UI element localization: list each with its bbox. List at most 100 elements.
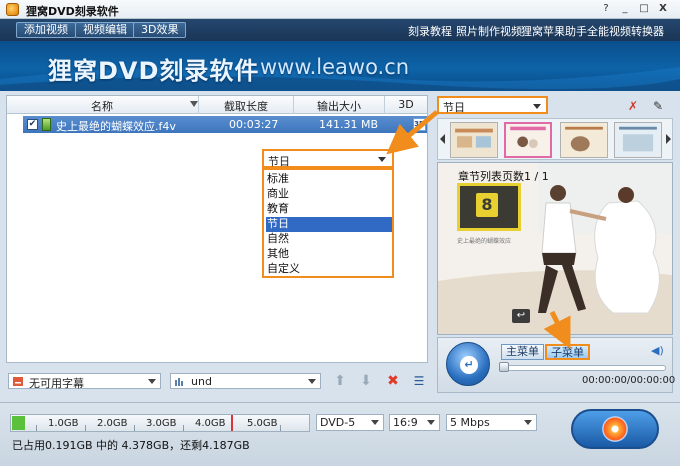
move-down-icon[interactable]: ⬇ (358, 373, 374, 389)
banner-title: 狸窝DVD刻录软件 (48, 57, 260, 85)
row-duration: 00:03:27 (229, 118, 279, 131)
enter-icon[interactable]: ↵ (460, 356, 478, 374)
capacity-label: 4.0GB (195, 418, 226, 429)
chevron-down-icon[interactable] (533, 104, 541, 109)
add-video-button[interactable]: 添加视频 (16, 22, 76, 38)
category-select[interactable]: 节日 (262, 149, 394, 168)
capacity-tick (36, 425, 37, 431)
disc-capacity-bar: 1.0GB 2.0GB 3.0GB 4.0GB 5.0GB (10, 414, 310, 432)
app-title: 狸窝DVD刻录软件 (26, 5, 119, 18)
capacity-tick (280, 425, 281, 431)
menu-template-value: 节日 (443, 101, 465, 114)
disc-type-select[interactable]: DVD-5 (316, 414, 384, 431)
column-duration-header[interactable]: 截取长度 (199, 98, 293, 114)
playback-time: 00:00:00/00:00:00 (582, 375, 676, 386)
3d-settings-icon[interactable]: 3D (413, 118, 426, 131)
aspect-ratio-value: 16:9 (393, 416, 418, 429)
category-option-education[interactable]: 教育 (266, 202, 392, 217)
capacity-tick (134, 425, 135, 431)
tab-sub-menu[interactable]: 子菜单 (545, 344, 590, 360)
photo-video-link[interactable]: 照片制作视频 (456, 23, 522, 39)
apple-assistant-link[interactable]: 狸窝苹果助手 (521, 23, 587, 39)
capacity-used-fill (12, 416, 25, 430)
chevron-down-icon[interactable] (378, 157, 386, 162)
scroll-right-icon[interactable] (666, 134, 671, 144)
column-name-header[interactable]: 名称 (7, 98, 197, 114)
subtitle-icon (13, 377, 23, 386)
chapter-caption: 史上最绝的蝴蝶效应 (457, 238, 512, 245)
delete-icon[interactable]: ✖ (385, 373, 401, 389)
chapter-thumbnail[interactable]: 8 (457, 183, 521, 231)
burn-button[interactable] (571, 409, 659, 449)
template-thumbnail[interactable] (614, 122, 662, 158)
bitrate-value: 5 Mbps (450, 416, 490, 429)
move-up-icon[interactable]: ⬆ (332, 373, 348, 389)
main-toolbar: 添加视频 视频编辑 3D效果 刻录教程 照片制作视频 狸窝苹果助手 全能视频转换… (0, 19, 680, 41)
capacity-label: 3.0GB (146, 418, 177, 429)
audio-track-select[interactable]: und (170, 373, 321, 389)
category-option-standard[interactable]: 标准 (266, 172, 392, 187)
maximize-button[interactable]: □ (636, 3, 652, 16)
category-select-value: 节日 (268, 155, 290, 168)
video-file-icon (42, 118, 51, 131)
disc-type-value: DVD-5 (320, 416, 356, 429)
sort-desc-icon[interactable] (190, 101, 198, 107)
scroll-left-icon[interactable] (440, 134, 445, 144)
banner-url: www.leawo.cn (260, 55, 410, 79)
template-thumbnail[interactable] (450, 122, 498, 158)
bitrate-select[interactable]: 5 Mbps (446, 414, 537, 431)
chapter-number: 8 (476, 193, 498, 217)
disc-burn-icon (602, 416, 628, 442)
minimize-button[interactable]: _ (617, 3, 633, 16)
aspect-ratio-select[interactable]: 16:9 (389, 414, 440, 431)
table-row[interactable]: ✔ 史上最绝的蝴蝶效应.f4v 00:03:27 141.31 MB 3D (23, 116, 427, 133)
remove-menu-icon[interactable]: ✗ (626, 99, 640, 113)
category-option-custom[interactable]: 自定义 (266, 262, 392, 277)
close-button[interactable]: X (655, 3, 671, 16)
audio-track-icon (175, 378, 183, 386)
category-option-business[interactable]: 商业 (266, 187, 392, 202)
help-button[interactable]: ? (598, 3, 614, 16)
capacity-label: 2.0GB (97, 418, 128, 429)
edit-menu-icon[interactable]: ✎ (651, 99, 665, 113)
preview-player: ↵ 主菜单 子菜单 ◀) 00:00:00/00:00:00 (437, 337, 676, 393)
subtitle-select[interactable]: 无可用字幕 (8, 373, 161, 390)
column-size-header[interactable]: 输出大小 (294, 98, 384, 114)
menu-template-select[interactable]: 节日 (437, 96, 548, 114)
chevron-down-icon[interactable] (148, 379, 156, 384)
return-icon[interactable]: ↩ (512, 309, 530, 323)
template-thumbnail-selected[interactable] (504, 122, 552, 158)
list-header: 名称 截取长度 输出大小 3D (7, 96, 427, 114)
seek-bar[interactable] (501, 365, 666, 371)
category-option-holiday[interactable]: 节日 (266, 217, 392, 232)
category-option-other[interactable]: 其他 (266, 247, 392, 262)
video-converter-link[interactable]: 全能视频转换器 (587, 23, 664, 39)
category-options-list: 标准 商业 教育 节日 自然 其他 自定义 (262, 168, 394, 278)
3d-effect-button[interactable]: 3D效果 (133, 22, 187, 38)
tab-main-menu[interactable]: 主菜单 (501, 344, 544, 360)
menu-preview: 章节列表页数1 / 1 8 史上最绝的蝴蝶效应 ↩ (437, 162, 673, 335)
chevron-down-icon[interactable] (371, 420, 379, 425)
row-filename: 史上最绝的蝴蝶效应.f4v (56, 120, 176, 133)
disc-usage-text: 已占用0.191GB 中的 4.378GB，还剩4.187GB (12, 439, 250, 452)
seek-handle[interactable] (499, 362, 509, 372)
template-thumbnail[interactable] (560, 122, 608, 158)
row-checkbox[interactable]: ✔ (27, 119, 38, 130)
edit-video-button[interactable]: 视频编辑 (75, 22, 135, 38)
capacity-label: 1.0GB (48, 418, 79, 429)
chevron-down-icon[interactable] (524, 420, 532, 425)
volume-icon[interactable]: ◀) (651, 344, 664, 357)
navigation-wheel[interactable]: ↵ (446, 342, 490, 386)
brand-banner: 狸窝DVD刻录软件 www.leawo.cn (0, 41, 680, 91)
category-option-nature[interactable]: 自然 (266, 232, 392, 247)
audio-track-select-value: und (191, 375, 212, 388)
chapter-page-title: 章节列表页数1 / 1 (458, 170, 549, 183)
app-logo-icon (6, 3, 19, 16)
clear-list-icon[interactable]: ☰ (411, 373, 427, 389)
chevron-down-icon[interactable] (308, 379, 316, 384)
row-size: 141.31 MB (319, 118, 379, 131)
chevron-down-icon[interactable] (427, 420, 435, 425)
column-3d-header[interactable]: 3D (385, 98, 427, 111)
capacity-label: 5.0GB (247, 418, 278, 429)
burn-tutorial-link[interactable]: 刻录教程 (408, 23, 452, 39)
